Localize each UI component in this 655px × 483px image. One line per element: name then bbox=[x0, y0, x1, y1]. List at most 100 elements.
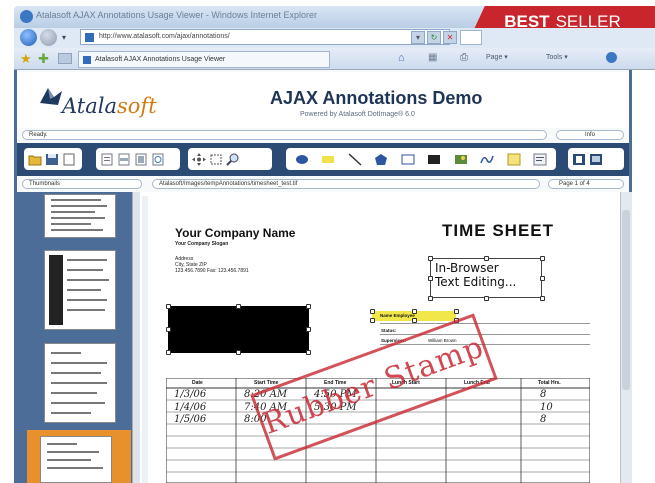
thumbnails-label: Thumbnails bbox=[22, 179, 142, 189]
resize-handle[interactable] bbox=[166, 350, 171, 355]
text-annotation-line-1: In-Browser bbox=[435, 261, 499, 275]
select-rectangle-icon[interactable] bbox=[209, 153, 223, 166]
page-view-icon[interactable] bbox=[100, 153, 114, 166]
resize-handle[interactable] bbox=[370, 309, 375, 314]
company-slogan: Your Company Slogan bbox=[175, 241, 229, 247]
row-2-date: 1/4/06 bbox=[174, 402, 207, 413]
thumbnail-page-4-selected[interactable] bbox=[40, 436, 112, 483]
atalasoft-logo-text: Atalasoft bbox=[62, 94, 157, 118]
save-disk-icon[interactable] bbox=[45, 153, 59, 166]
window-title: Atalasoft AJAX Annotations Usage Viewer … bbox=[36, 10, 317, 20]
add-favorites-icon[interactable]: ✚ bbox=[38, 51, 49, 67]
logo-soft-text: soft bbox=[117, 94, 157, 118]
resize-handle[interactable] bbox=[370, 318, 375, 323]
fit-width-icon[interactable] bbox=[117, 153, 131, 166]
resize-handle[interactable] bbox=[540, 296, 545, 301]
resize-handle[interactable] bbox=[454, 309, 459, 314]
row-2-total: 10 bbox=[540, 402, 553, 413]
forward-button[interactable] bbox=[40, 29, 57, 46]
rotate-page-icon[interactable] bbox=[151, 153, 165, 166]
resize-handle[interactable] bbox=[428, 296, 433, 301]
highlighter-tool-icon[interactable] bbox=[321, 153, 335, 166]
tab-label: Atalasoft AJAX Annotations Usage Viewer bbox=[95, 56, 226, 63]
table-header: Total Hrs. bbox=[538, 380, 561, 386]
tab-atalasoft[interactable]: Atalasoft AJAX Annotations Usage Viewer bbox=[78, 51, 330, 68]
resize-handle[interactable] bbox=[540, 256, 545, 261]
thumbnail-view-icon[interactable] bbox=[589, 153, 603, 166]
home-icon[interactable]: ⌂ bbox=[398, 52, 405, 64]
page-menu[interactable]: Page ▾ bbox=[486, 53, 508, 61]
resize-handle[interactable] bbox=[306, 350, 311, 355]
rectangle-tool-icon[interactable] bbox=[401, 153, 415, 166]
fit-page-icon[interactable] bbox=[134, 153, 148, 166]
search-input[interactable] bbox=[460, 30, 482, 45]
thumbnail-scrollbar[interactable] bbox=[132, 192, 140, 483]
row-3-total: 8 bbox=[540, 414, 547, 425]
resize-handle[interactable] bbox=[540, 276, 545, 281]
back-button[interactable] bbox=[20, 29, 37, 46]
document-scrollbar-thumb[interactable] bbox=[622, 210, 630, 390]
row-1-total: 8 bbox=[540, 389, 547, 400]
ellipse-tool-icon[interactable] bbox=[295, 153, 309, 166]
zoom-icon[interactable] bbox=[226, 153, 240, 166]
annotation-tool-group bbox=[286, 148, 556, 170]
history-dropdown-icon[interactable]: ▾ bbox=[62, 33, 66, 42]
redaction-tool-icon[interactable] bbox=[427, 153, 441, 166]
resize-handle[interactable] bbox=[306, 304, 311, 309]
name-line bbox=[380, 323, 590, 324]
redaction-annotation[interactable] bbox=[168, 306, 309, 353]
feeds-icon[interactable]: ▦ bbox=[428, 52, 437, 63]
resize-handle[interactable] bbox=[428, 276, 433, 281]
resize-handle[interactable] bbox=[166, 304, 171, 309]
thumbnail-page-3[interactable] bbox=[44, 343, 116, 423]
table-header: Date bbox=[192, 380, 203, 386]
close-document-icon[interactable] bbox=[62, 153, 76, 166]
row-1-date: 1/3/06 bbox=[174, 389, 207, 400]
status-field: Ready. bbox=[22, 130, 547, 140]
text-tool-icon[interactable] bbox=[533, 153, 547, 166]
ie-logo-icon bbox=[20, 10, 33, 23]
help-icon[interactable] bbox=[606, 52, 617, 63]
file-path-field: Atalasoft/Images/tempAnnotations/timeshe… bbox=[152, 179, 540, 189]
address-line-3: 123.456.7890 Fax: 123.456.7891 bbox=[175, 268, 249, 274]
resize-handle[interactable] bbox=[412, 309, 417, 314]
single-page-view-icon[interactable] bbox=[572, 153, 586, 166]
print-icon[interactable]: ⎙ bbox=[460, 52, 468, 63]
atalasoft-logo-icon bbox=[40, 88, 62, 105]
resize-handle[interactable] bbox=[236, 304, 241, 309]
resize-handle[interactable] bbox=[484, 256, 489, 261]
tab-bar: ★ ✚ Atalasoft AJAX Annotations Usage Vie… bbox=[14, 48, 655, 70]
refresh-button[interactable]: ↻ bbox=[427, 31, 441, 44]
favorites-star-icon[interactable]: ★ bbox=[20, 51, 32, 67]
app-title: AJAX Annotations Demo bbox=[270, 88, 483, 108]
tab-list-icon[interactable] bbox=[58, 53, 72, 64]
highlighted-text: Name Employee bbox=[380, 313, 415, 318]
file-tool-group bbox=[24, 148, 82, 170]
navigation-bar: ▾ http://www.atalasoft.com/ajax/annotati… bbox=[14, 28, 655, 48]
address-text: http://www.atalasoft.com/ajax/annotation… bbox=[99, 33, 230, 40]
text-annotation[interactable]: In-Browser Text Editing... bbox=[430, 258, 542, 298]
address-bar[interactable]: http://www.atalasoft.com/ajax/annotation… bbox=[80, 29, 450, 45]
address-dropdown-button[interactable]: ▾ bbox=[411, 31, 425, 44]
text-annotation-line-2: Text Editing... bbox=[435, 275, 517, 289]
thumbnail-page-2[interactable] bbox=[44, 250, 116, 330]
view-tool-group bbox=[568, 148, 624, 170]
resize-handle[interactable] bbox=[484, 296, 489, 301]
sticky-note-tool-icon[interactable] bbox=[507, 153, 521, 166]
resize-handle[interactable] bbox=[166, 327, 171, 332]
freehand-tool-icon[interactable] bbox=[480, 153, 494, 166]
line-tool-icon[interactable] bbox=[348, 152, 362, 166]
document-left-ruler bbox=[142, 196, 148, 483]
open-folder-icon[interactable] bbox=[28, 153, 42, 166]
image-tool-icon[interactable] bbox=[454, 153, 468, 166]
tools-menu[interactable]: Tools ▾ bbox=[546, 53, 568, 61]
thumbnail-page-1[interactable] bbox=[44, 194, 116, 238]
info-button[interactable]: Info bbox=[556, 130, 624, 140]
polygon-tool-icon[interactable] bbox=[374, 153, 388, 166]
resize-handle[interactable] bbox=[236, 350, 241, 355]
resize-handle[interactable] bbox=[428, 256, 433, 261]
pan-icon[interactable] bbox=[192, 152, 206, 166]
company-name: Your Company Name bbox=[175, 226, 296, 240]
stop-button[interactable]: ✕ bbox=[443, 31, 457, 44]
resize-handle[interactable] bbox=[306, 327, 311, 332]
